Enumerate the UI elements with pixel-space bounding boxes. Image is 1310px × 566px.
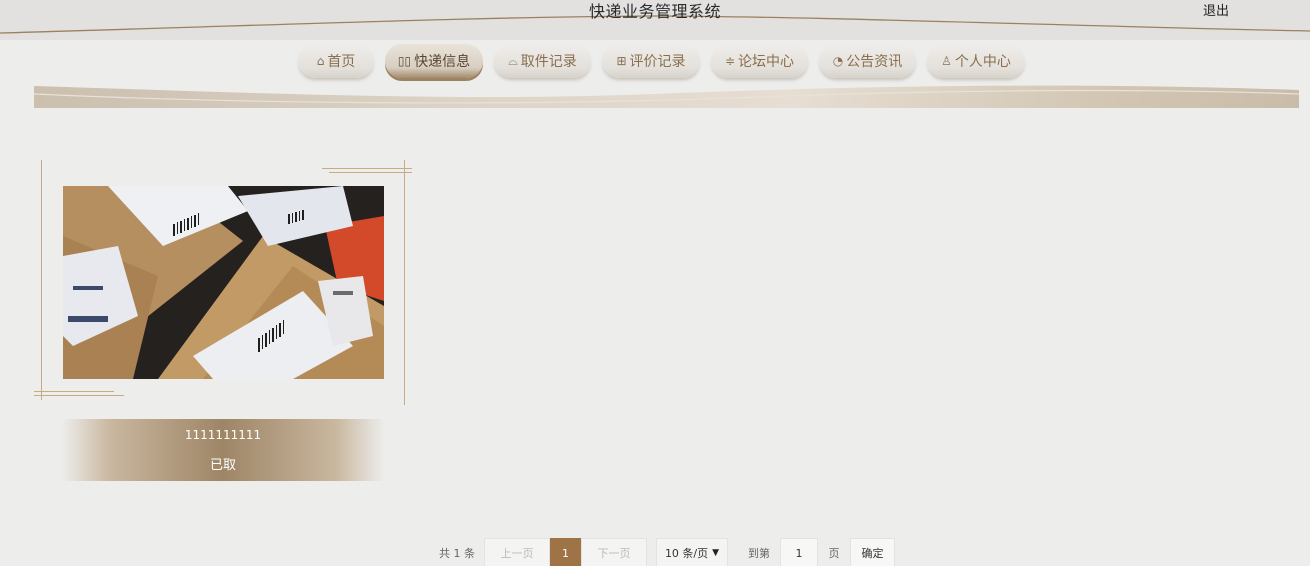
- nav-item-label: 取件记录: [520, 54, 577, 70]
- frame-line-right: [404, 160, 405, 405]
- pickup-status: 已取: [209, 458, 236, 473]
- nav-item-announcements[interactable]: ◔ 公告资讯: [819, 44, 916, 78]
- nav-item-home[interactable]: ⌂ 首页: [298, 44, 374, 78]
- page-size-value: 10 条/页: [664, 547, 709, 560]
- nav-item-label: 首页: [327, 54, 356, 70]
- nav-item-label: 论坛中心: [738, 54, 795, 70]
- home-icon: ⌂: [316, 54, 325, 68]
- page-root: 快递业务管理系统 退出 ⌂ 首页 ▯▯ 快递信息 ⌓ 取件记录 ⊞ 评价记录 ≑…: [0, 0, 1310, 566]
- nav-item-label: 评价记录: [629, 54, 686, 70]
- frame-line-bottom-1: [34, 391, 114, 392]
- book-open-icon: ▯▯: [397, 54, 412, 68]
- top-header: 快递业务管理系统 退出: [0, 0, 1310, 40]
- dashboard-icon: ◔: [832, 54, 844, 68]
- banner-wave-decoration: [34, 85, 1299, 108]
- nav-item-label: 个人中心: [954, 54, 1011, 70]
- site-title: 快递业务管理系统: [588, 2, 721, 21]
- parcel-photo[interactable]: [63, 186, 384, 379]
- nav-item-express-info[interactable]: ▯▯ 快递信息: [385, 44, 483, 78]
- nav-item-forum-center[interactable]: ≑ 论坛中心: [711, 44, 808, 78]
- page-size-select[interactable]: 10 条/页 ▼: [656, 538, 728, 566]
- reading-icon: ⌓: [508, 54, 518, 68]
- card-info-bar[interactable]: 1111111111 已取: [62, 419, 384, 481]
- user-icon: ♙: [941, 54, 952, 68]
- nav-item-personal-center[interactable]: ♙ 个人中心: [927, 44, 1025, 78]
- main-nav: ⌂ 首页 ▯▯ 快递信息 ⌓ 取件记录 ⊞ 评价记录 ≑ 论坛中心 ◔ 公告资讯…: [0, 44, 1310, 80]
- gift-icon: ⊞: [616, 54, 627, 68]
- goto-label: 到第: [748, 547, 770, 560]
- nav-item-pickup-records[interactable]: ⌓ 取件记录: [494, 44, 591, 78]
- prev-page-button[interactable]: 上一页: [484, 538, 550, 566]
- frame-line-top-1: [322, 168, 412, 169]
- goto-page-input[interactable]: 1: [780, 538, 818, 566]
- nav-item-review-records[interactable]: ⊞ 评价记录: [602, 44, 700, 78]
- express-card[interactable]: 1111111111 已取: [34, 157, 414, 487]
- express-number: 1111111111: [184, 428, 262, 442]
- frame-line-top-2: [329, 172, 412, 173]
- frame-line-left: [41, 160, 42, 400]
- pagination-total: 共 1 条: [439, 547, 475, 560]
- parcel-image: [63, 186, 384, 379]
- nav-item-label: 公告资讯: [846, 54, 903, 70]
- pagination: 共 1 条 上一页 1 下一页 10 条/页 ▼ 到第 1 页 确定: [0, 538, 1310, 566]
- logout-button[interactable]: 退出: [1203, 0, 1229, 19]
- frame-line-bottom-2: [34, 395, 124, 396]
- nav-item-label: 快递信息: [414, 54, 471, 70]
- goto-confirm-button[interactable]: 确定: [850, 538, 895, 566]
- current-page-button[interactable]: 1: [550, 538, 581, 566]
- sliders-icon: ≑: [724, 54, 736, 68]
- chevron-down-icon: ▼: [712, 548, 720, 558]
- next-page-button[interactable]: 下一页: [581, 538, 647, 566]
- page-unit-label: 页: [828, 547, 840, 560]
